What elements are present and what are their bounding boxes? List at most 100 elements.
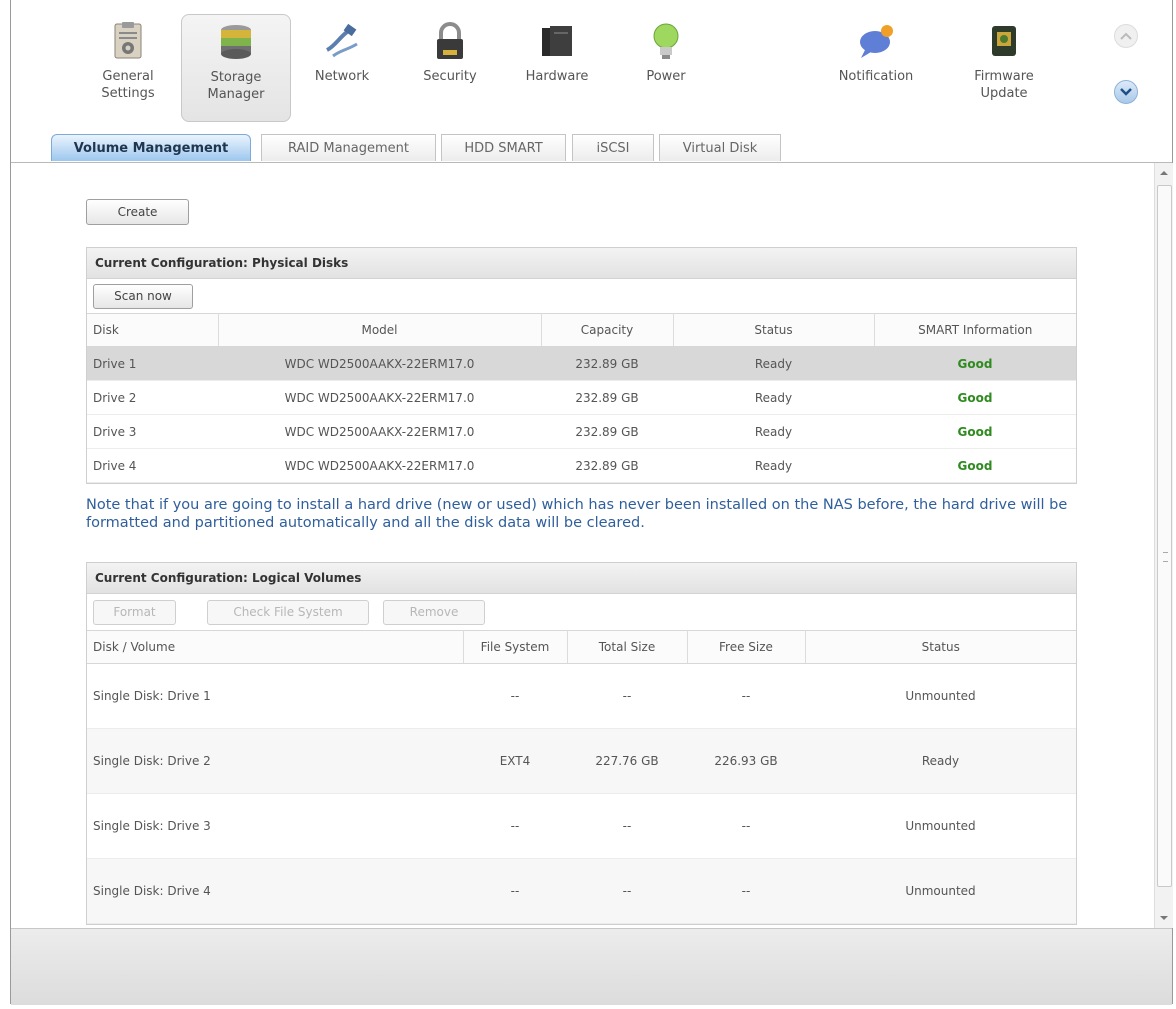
table-row[interactable]: Single Disk: Drive 4 -- -- -- Unmounted — [87, 858, 1076, 924]
app-general-settings[interactable]: General Settings — [73, 14, 183, 122]
model-cell: WDC WD2500AAKX-22ERM17.0 — [218, 380, 541, 415]
capacity-cell: 232.89 GB — [541, 414, 673, 449]
table-row[interactable]: Drive 4 WDC WD2500AAKX-22ERM17.0 232.89 … — [87, 448, 1076, 483]
disk-cell: Drive 1 — [87, 346, 218, 381]
volume-status-cell: Ready — [805, 728, 1076, 794]
smart-cell[interactable]: Good — [874, 414, 1076, 449]
table-row[interactable]: Drive 1 WDC WD2500AAKX-22ERM17.0 232.89 … — [87, 346, 1076, 381]
app-label: General Settings — [101, 69, 155, 101]
clipboard-settings-icon — [114, 22, 142, 59]
app-network[interactable]: Network — [287, 14, 397, 122]
app-label: Firmware Update — [974, 69, 1034, 101]
status-cell: Ready — [673, 380, 874, 415]
format-button[interactable]: Format — [93, 600, 176, 625]
volume-management-pane: Create Current Configuration: Physical D… — [11, 163, 1154, 928]
volume-status-cell: Unmounted — [805, 858, 1076, 924]
scan-now-button[interactable]: Scan now — [93, 284, 193, 309]
grip-icon — [1163, 552, 1168, 562]
total-size-cell: -- — [567, 858, 687, 924]
file-system-cell: -- — [463, 793, 567, 859]
tab-iscsi[interactable]: iSCSI — [572, 134, 654, 161]
free-size-cell: -- — [687, 858, 805, 924]
disk-cell: Drive 2 — [87, 380, 218, 415]
tab-bar: Volume Management RAID Management HDD SM… — [11, 134, 1172, 163]
column-header-capacity: Capacity — [541, 313, 674, 347]
volume-status-cell: Unmounted — [805, 793, 1076, 859]
app-security[interactable]: Security — [395, 14, 505, 122]
column-header-smart: SMART Information — [874, 313, 1076, 347]
file-system-cell: -- — [463, 858, 567, 924]
disk-stack-icon — [221, 25, 251, 59]
disk-cell: Drive 4 — [87, 448, 218, 483]
disk-install-note: Note that if you are going to install a … — [86, 497, 1068, 531]
chat-bubble-icon — [860, 25, 893, 58]
remove-button[interactable]: Remove — [383, 600, 485, 625]
capacity-cell: 232.89 GB — [541, 448, 673, 483]
app-label: Notification — [838, 69, 914, 84]
scroll-up-arrow-icon[interactable] — [1160, 171, 1168, 175]
table-row[interactable]: Single Disk: Drive 2 EXT4 227.76 GB 226.… — [87, 728, 1076, 794]
create-button[interactable]: Create — [86, 199, 189, 225]
volume-cell: Single Disk: Drive 3 — [87, 793, 463, 859]
logical-volumes-panel: Current Configuration: Logical Volumes F… — [86, 562, 1077, 925]
chip-update-icon — [992, 26, 1016, 56]
nas-hardware-icon — [542, 26, 572, 56]
app-label: Power — [646, 69, 686, 84]
model-cell: WDC WD2500AAKX-22ERM17.0 — [218, 346, 541, 381]
capacity-cell: 232.89 GB — [541, 380, 673, 415]
volume-cell: Single Disk: Drive 1 — [87, 663, 463, 729]
status-cell: Ready — [673, 414, 874, 449]
app-firmware-update[interactable]: Firmware Update — [949, 14, 1059, 122]
volume-status-cell: Unmounted — [805, 663, 1076, 729]
column-header-free-size: Free Size — [687, 630, 806, 664]
table-row[interactable]: Drive 3 WDC WD2500AAKX-22ERM17.0 232.89 … — [87, 414, 1076, 449]
total-size-cell: -- — [567, 793, 687, 859]
tab-volume-management[interactable]: Volume Management — [51, 134, 251, 161]
content-scrollbar[interactable] — [1154, 163, 1173, 928]
free-size-cell: -- — [687, 793, 805, 859]
app-storage-manager[interactable]: Storage Manager — [181, 14, 291, 122]
app-label: Network — [314, 69, 370, 84]
chevron-up-icon — [1120, 32, 1132, 40]
logical-volumes-table: Disk / Volume File System Total Size Fre… — [87, 630, 1076, 924]
scrollbar-thumb[interactable] — [1157, 185, 1172, 887]
lightbulb-icon — [653, 23, 679, 59]
physical-disks-table: Disk Model Capacity Status SMART Informa… — [87, 313, 1076, 483]
status-cell: Ready — [673, 448, 874, 483]
scroll-apps-down-button[interactable] — [1114, 80, 1138, 104]
tab-hdd-smart[interactable]: HDD SMART — [441, 134, 566, 161]
table-row[interactable]: Single Disk: Drive 1 -- -- -- Unmounted — [87, 663, 1076, 729]
app-label: Security — [423, 69, 477, 84]
tab-virtual-disk[interactable]: Virtual Disk — [659, 134, 781, 161]
column-header-file-system: File System — [463, 630, 568, 664]
chevron-down-icon — [1120, 88, 1132, 96]
padlock-icon — [437, 22, 463, 59]
total-size-cell: -- — [567, 663, 687, 729]
app-notification[interactable]: Notification — [821, 14, 931, 122]
physical-disks-title: Current Configuration: Physical Disks — [87, 248, 1076, 279]
scroll-down-arrow-icon[interactable] — [1160, 916, 1168, 920]
smart-cell[interactable]: Good — [874, 448, 1076, 483]
column-header-status: Status — [673, 313, 875, 347]
tab-raid-management[interactable]: RAID Management — [261, 134, 436, 161]
app-power[interactable]: Power — [611, 14, 721, 122]
table-row[interactable]: Drive 2 WDC WD2500AAKX-22ERM17.0 232.89 … — [87, 380, 1076, 415]
check-file-system-button[interactable]: Check File System — [207, 600, 369, 625]
table-row[interactable]: Single Disk: Drive 3 -- -- -- Unmounted — [87, 793, 1076, 859]
scroll-apps-up-button[interactable] — [1114, 24, 1138, 48]
network-plug-icon — [326, 23, 358, 58]
physical-disks-panel: Current Configuration: Physical Disks Sc… — [86, 247, 1077, 484]
column-header-total-size: Total Size — [567, 630, 688, 664]
window-footer — [11, 928, 1172, 1005]
capacity-cell: 232.89 GB — [541, 346, 673, 381]
nas-admin-window: General Settings Storage Manager Network — [10, 0, 1173, 1005]
app-label: Hardware — [525, 69, 589, 84]
model-cell: WDC WD2500AAKX-22ERM17.0 — [218, 448, 541, 483]
column-header-volume: Disk / Volume — [87, 630, 464, 664]
file-system-cell: EXT4 — [463, 728, 567, 794]
free-size-cell: -- — [687, 663, 805, 729]
smart-cell[interactable]: Good — [874, 346, 1076, 381]
smart-cell[interactable]: Good — [874, 380, 1076, 415]
app-hardware[interactable]: Hardware — [502, 14, 612, 122]
free-size-cell: 226.93 GB — [687, 728, 805, 794]
